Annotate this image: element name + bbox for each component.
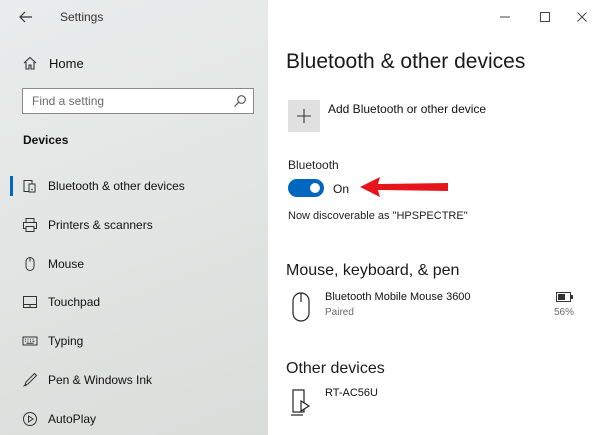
back-arrow-icon [19, 11, 32, 23]
bluetooth-toggle[interactable] [288, 179, 324, 197]
sidebar-item-autoplay[interactable]: AutoPlay [0, 404, 268, 434]
device-row-mouse[interactable]: Bluetooth Mobile Mouse 3600 Paired 56% [286, 290, 586, 326]
battery-icon [556, 292, 573, 302]
section-heading: Devices [23, 133, 69, 147]
search-box[interactable] [22, 88, 254, 114]
sidebar-item-label: Bluetooth & other devices [48, 179, 185, 193]
touchpad-icon [23, 296, 37, 308]
bluetooth-devices-icon [23, 180, 36, 193]
mouse-keyboard-pen-heading: Mouse, keyboard, & pen [286, 262, 460, 279]
device-name: Bluetooth Mobile Mouse 3600 [325, 291, 471, 303]
sidebar-item-label: Mouse [48, 257, 85, 271]
main-content: Bluetooth & other devices Add Bluetooth … [268, 0, 600, 435]
search-icon[interactable] [233, 94, 247, 108]
keyboard-icon [22, 336, 38, 346]
sidebar-item-label: AutoPlay [48, 412, 97, 426]
toggle-state-label: On [333, 182, 350, 196]
add-device-button[interactable] [288, 100, 320, 132]
home-link[interactable]: Home [14, 50, 254, 76]
sidebar-item-label: Pen & Windows Ink [48, 373, 153, 387]
back-button[interactable] [14, 6, 40, 28]
printer-icon [23, 218, 37, 232]
home-icon [23, 56, 37, 70]
battery-percentage: 56% [554, 307, 575, 318]
toggle-knob [310, 183, 320, 193]
media-device-icon [291, 389, 311, 416]
sidebar-item-mouse[interactable]: Mouse [0, 249, 268, 279]
active-indicator [10, 176, 13, 196]
sidebar-item-bluetooth[interactable]: Bluetooth & other devices [0, 171, 268, 201]
sidebar-item-label: Touchpad [48, 295, 101, 309]
sidebar-titlebar: Settings [0, 0, 268, 34]
app-title: Settings [60, 10, 104, 24]
close-button[interactable] [573, 8, 591, 26]
page-title: Bluetooth & other devices [286, 50, 526, 73]
red-arrow-icon [360, 177, 448, 197]
minimize-icon [500, 16, 510, 18]
mouse-device-icon [292, 292, 310, 322]
sidebar-item-printers[interactable]: Printers & scanners [0, 210, 268, 240]
device-name: RT-AC56U [325, 387, 378, 399]
autoplay-icon [23, 412, 37, 426]
home-label: Home [49, 56, 84, 71]
sidebar-item-typing[interactable]: Typing [0, 326, 268, 356]
sidebar-item-label: Typing [48, 334, 84, 348]
bluetooth-label: Bluetooth [288, 158, 339, 172]
other-devices-heading: Other devices [286, 360, 385, 377]
maximize-button[interactable] [536, 8, 554, 26]
device-status: Paired [325, 307, 354, 318]
maximize-icon [540, 12, 550, 22]
device-row-router[interactable]: RT-AC56U [286, 386, 586, 422]
sidebar-item-pen[interactable]: Pen & Windows Ink [0, 365, 268, 395]
discoverable-text: Now discoverable as "HPSPECTRE" [288, 210, 468, 222]
close-icon [577, 12, 587, 22]
add-device-label[interactable]: Add Bluetooth or other device [328, 102, 486, 116]
minimize-button[interactable] [496, 8, 514, 26]
settings-window: Settings Home Devices Bluetooth & other [0, 0, 600, 435]
search-input[interactable] [23, 89, 232, 113]
sidebar-item-label: Printers & scanners [48, 218, 153, 232]
pen-icon [23, 372, 38, 387]
plus-icon [297, 109, 311, 123]
sidebar-item-touchpad[interactable]: Touchpad [0, 287, 268, 317]
sidebar: Settings Home Devices Bluetooth & other [0, 0, 268, 435]
mouse-icon [25, 257, 35, 271]
